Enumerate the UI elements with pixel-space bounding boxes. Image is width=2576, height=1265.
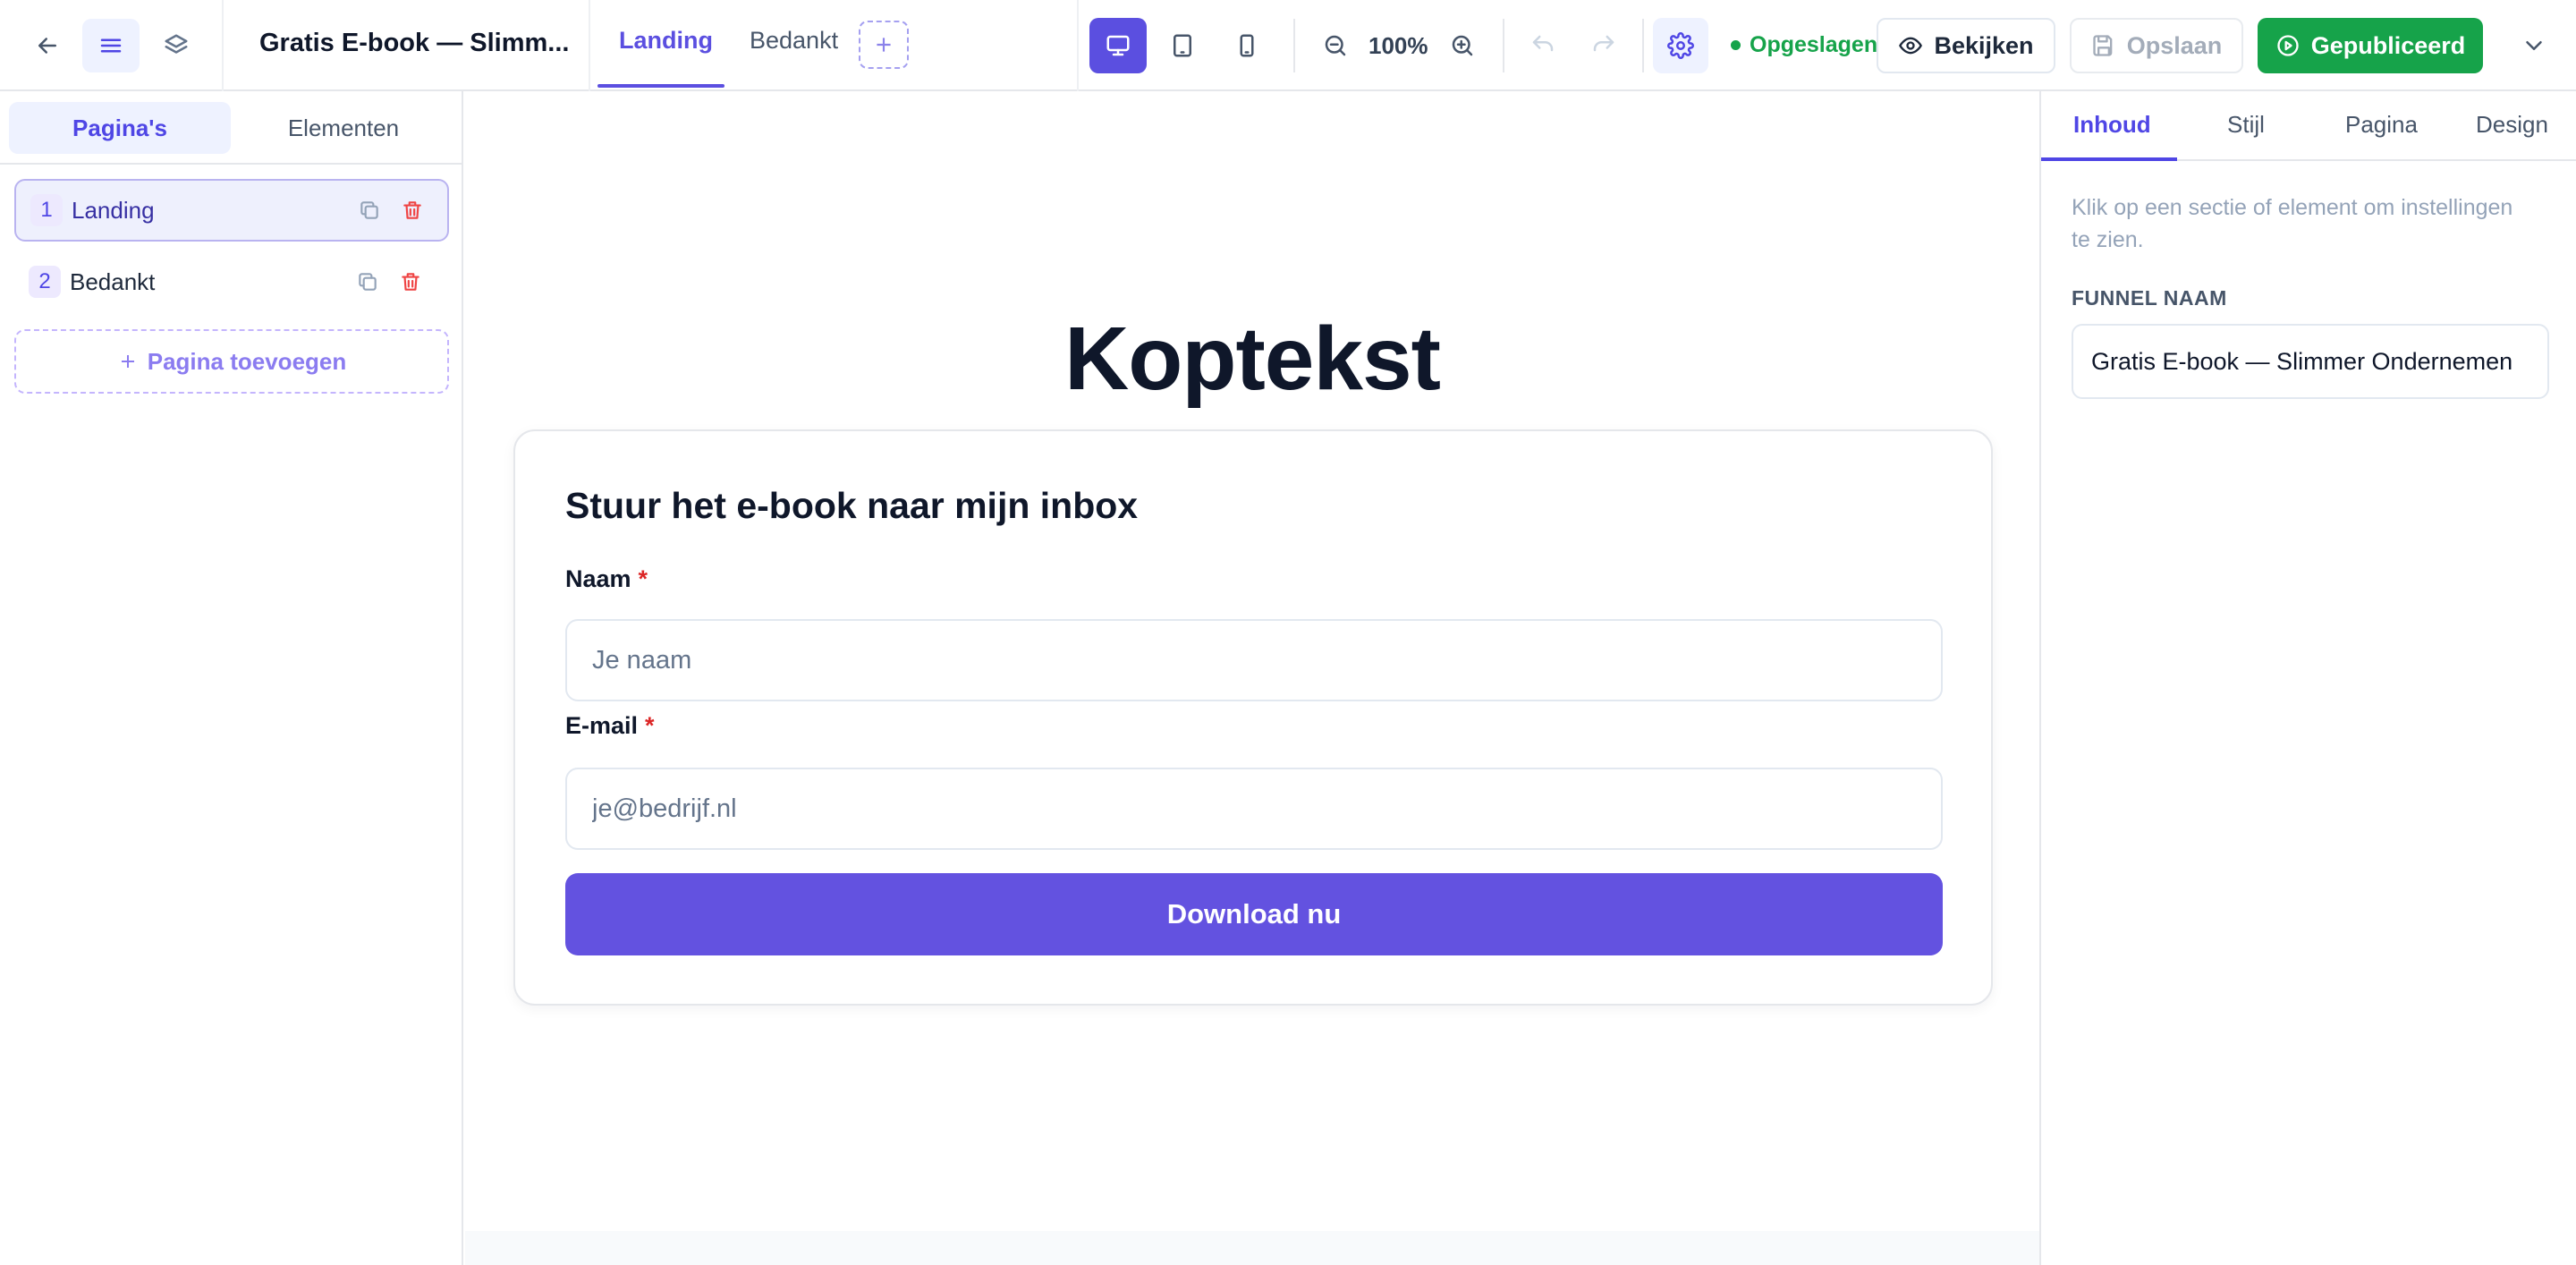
name-field-label: Naam *: [565, 565, 648, 593]
tab-content[interactable]: Inhoud: [2073, 111, 2151, 139]
mobile-icon: [1240, 34, 1254, 57]
page-list-item-landing[interactable]: 1 Landing: [14, 179, 449, 242]
divider: [589, 0, 590, 91]
divider: [1642, 19, 1644, 72]
preview-label: Bekijken: [1934, 31, 2034, 59]
undo-button[interactable]: [1521, 23, 1565, 68]
required-mark: *: [645, 712, 655, 739]
menu-icon: [100, 38, 122, 53]
form-title[interactable]: Stuur het e-book naar mijn inbox: [565, 485, 1138, 527]
preview-button[interactable]: Bekijken: [1877, 18, 2055, 73]
top-bar: Gratis E-book — Slimm... Landing Bedankt…: [0, 0, 2576, 91]
publish-label: Gepubliceerd: [2310, 31, 2466, 59]
divider: [222, 0, 224, 91]
settings-button[interactable]: [1653, 18, 1708, 73]
add-page-button[interactable]: Pagina toevoegen: [14, 329, 449, 394]
chevron-down-icon: [2526, 41, 2542, 50]
zoom-level: 100%: [1368, 32, 1428, 59]
download-button[interactable]: Download nu: [565, 873, 1943, 955]
divider: [1503, 19, 1504, 72]
left-sidebar: Pagina's Elementen 1 Landing 2 Bedankt P…: [0, 91, 463, 1265]
email-label-text: E-mail: [565, 712, 639, 739]
funnel-title[interactable]: Gratis E-book — Slimm...: [259, 29, 569, 58]
funnel-name-input[interactable]: [2072, 324, 2549, 399]
optin-form-card[interactable]: Stuur het e-book naar mijn inbox Naam * E…: [513, 429, 1993, 1006]
mobile-view-button[interactable]: [1220, 18, 1274, 73]
duplicate-page-button[interactable]: [356, 270, 379, 293]
trash-icon: [403, 201, 421, 219]
status-dot: [1731, 40, 1741, 50]
save-icon: [2093, 35, 2113, 56]
plus-icon: [877, 38, 891, 52]
tab-design[interactable]: Design: [2476, 111, 2548, 139]
name-input[interactable]: [565, 619, 1943, 701]
play-circle-icon: [2277, 35, 2299, 56]
desktop-icon: [1106, 35, 1130, 56]
save-button[interactable]: Opslaan: [2070, 18, 2243, 73]
tab-elements[interactable]: Elementen: [233, 102, 454, 154]
save-label: Opslaan: [2126, 31, 2223, 59]
empty-selection-hint: Klik op een sectie of element om instell…: [2072, 195, 2513, 252]
page-list-item-bedankt[interactable]: 2 Bedankt: [14, 250, 449, 313]
divider: [1293, 19, 1295, 72]
save-status: Opgeslagen: [1731, 32, 1877, 58]
publish-button[interactable]: Gepubliceerd: [2258, 18, 2483, 73]
layers-button[interactable]: [154, 23, 199, 68]
email-input[interactable]: [565, 768, 1943, 850]
add-page-tab-button[interactable]: [859, 21, 909, 69]
delete-page-button[interactable]: [399, 270, 422, 293]
page-heading[interactable]: Koptekst: [465, 308, 2039, 411]
zoom-out-icon: [1325, 35, 1346, 56]
email-field-label: E-mail *: [565, 712, 655, 740]
active-tab-indicator: [2041, 157, 2177, 161]
tablet-view-button[interactable]: [1156, 18, 1209, 73]
tab-style[interactable]: Stijl: [2227, 111, 2265, 139]
divider: [1077, 0, 1079, 91]
add-page-label: Pagina toevoegen: [147, 347, 347, 375]
menu-button[interactable]: [82, 19, 140, 72]
properties-tabs: Inhoud Stijl Pagina Design: [2041, 91, 2576, 161]
active-tab-indicator: [597, 84, 724, 88]
duplicate-page-button[interactable]: [358, 199, 381, 222]
zoom-in-button[interactable]: [1440, 23, 1485, 68]
eye-icon: [1899, 37, 1923, 55]
trash-icon: [402, 273, 419, 291]
name-label-text: Naam: [565, 565, 631, 592]
gear-icon: [1667, 32, 1694, 59]
tab-pages[interactable]: Pagina's: [9, 102, 231, 154]
zoom-out-button[interactable]: [1313, 23, 1358, 68]
undo-icon: [1532, 35, 1554, 52]
more-options-button[interactable]: [2512, 23, 2556, 68]
page-number: 2: [29, 266, 61, 298]
redo-icon: [1593, 35, 1614, 52]
required-mark: *: [638, 565, 648, 592]
page-name: Landing: [72, 196, 155, 224]
layers-icon: [165, 34, 188, 54]
copy-icon: [360, 201, 378, 219]
left-sidebar-tabs: Pagina's Elementen: [0, 91, 462, 165]
desktop-view-button[interactable]: [1089, 18, 1147, 73]
delete-page-button[interactable]: [401, 199, 424, 222]
copy-icon: [359, 273, 377, 291]
tab-page[interactable]: Pagina: [2345, 111, 2418, 139]
tab-bedankt[interactable]: Bedankt: [750, 27, 838, 55]
funnel-name-label: FUNNEL NAAM: [2072, 286, 2227, 310]
zoom-in-icon: [1452, 35, 1473, 56]
back-button[interactable]: [25, 23, 70, 68]
tablet-icon: [1174, 34, 1191, 57]
page-number: 1: [30, 194, 63, 226]
properties-panel: Inhoud Stijl Pagina Design Klik op een s…: [2039, 91, 2576, 1265]
plus-icon: [121, 355, 134, 368]
redo-button[interactable]: [1581, 23, 1626, 68]
canvas-page[interactable]: Koptekst Stuur het e-book naar mijn inbo…: [465, 93, 2039, 1231]
page-name: Bedankt: [70, 267, 156, 295]
save-status-label: Opgeslagen: [1750, 32, 1878, 57]
arrow-left-icon: [38, 38, 56, 54]
tab-landing[interactable]: Landing: [619, 27, 713, 55]
editor-canvas: Koptekst Stuur het e-book naar mijn inbo…: [465, 93, 2039, 1265]
